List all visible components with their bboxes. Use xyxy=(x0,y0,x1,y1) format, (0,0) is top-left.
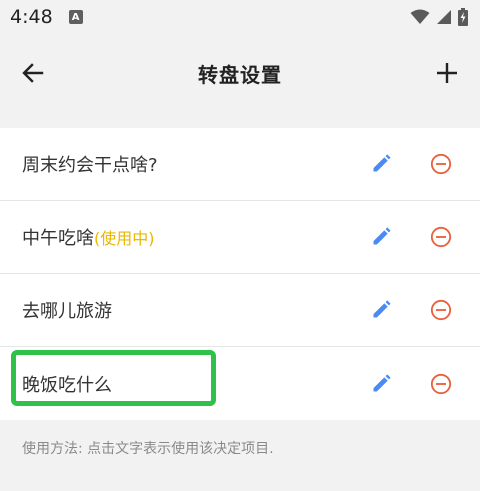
item-label[interactable]: 周末约会干点啥? xyxy=(22,151,366,177)
minus-circle-icon xyxy=(430,226,452,248)
item-label[interactable]: 晚饭吃什么 xyxy=(22,371,366,397)
footer: 使用方法: 点击文字表示使用该决定项目. xyxy=(0,420,480,491)
item-label[interactable]: 去哪儿旅游 xyxy=(22,297,366,323)
minus-circle-icon xyxy=(430,153,452,175)
edit-button[interactable] xyxy=(366,295,396,325)
battery-icon xyxy=(458,8,468,26)
pencil-icon xyxy=(373,154,391,172)
app-bar: 转盘设置 xyxy=(0,34,480,112)
wheel-list: 周末约会干点啥? 中午吃啥(使用中) 去哪儿旅游 晚饭吃什么 xyxy=(0,128,480,420)
plus-icon xyxy=(437,63,457,83)
edit-button[interactable] xyxy=(366,369,396,399)
pencil-icon xyxy=(373,227,391,245)
delete-button[interactable] xyxy=(426,295,456,325)
minus-circle-icon xyxy=(430,299,452,321)
signal-icon xyxy=(437,10,451,24)
back-button[interactable] xyxy=(18,58,48,88)
status-time: 4:48 xyxy=(10,6,53,28)
status-left: 4:48 A xyxy=(10,6,83,28)
in-use-badge: (使用中) xyxy=(94,229,155,248)
minus-circle-icon xyxy=(430,373,452,394)
status-bar: 4:48 A xyxy=(0,0,480,34)
usage-hint: 使用方法: 点击文字表示使用该决定项目. xyxy=(22,441,274,457)
add-button[interactable] xyxy=(432,58,462,88)
list-item: 去哪儿旅游 xyxy=(0,274,480,347)
delete-button[interactable] xyxy=(426,149,456,179)
notification-a-icon: A xyxy=(68,10,83,24)
arrow-left-icon xyxy=(22,63,44,83)
delete-button[interactable] xyxy=(426,222,456,252)
page-title: 转盘设置 xyxy=(198,62,282,87)
edit-button[interactable] xyxy=(366,149,396,179)
list-item: 中午吃啥(使用中) xyxy=(0,201,480,274)
wifi-icon xyxy=(410,9,430,24)
pencil-icon xyxy=(373,300,391,318)
list-item: 周末约会干点啥? xyxy=(0,128,480,201)
item-label[interactable]: 中午吃啥(使用中) xyxy=(22,224,366,250)
status-right xyxy=(410,8,468,26)
edit-button[interactable] xyxy=(366,222,396,252)
pencil-icon xyxy=(373,373,391,391)
list-item: 晚饭吃什么 xyxy=(0,347,480,420)
delete-button[interactable] xyxy=(426,369,456,399)
